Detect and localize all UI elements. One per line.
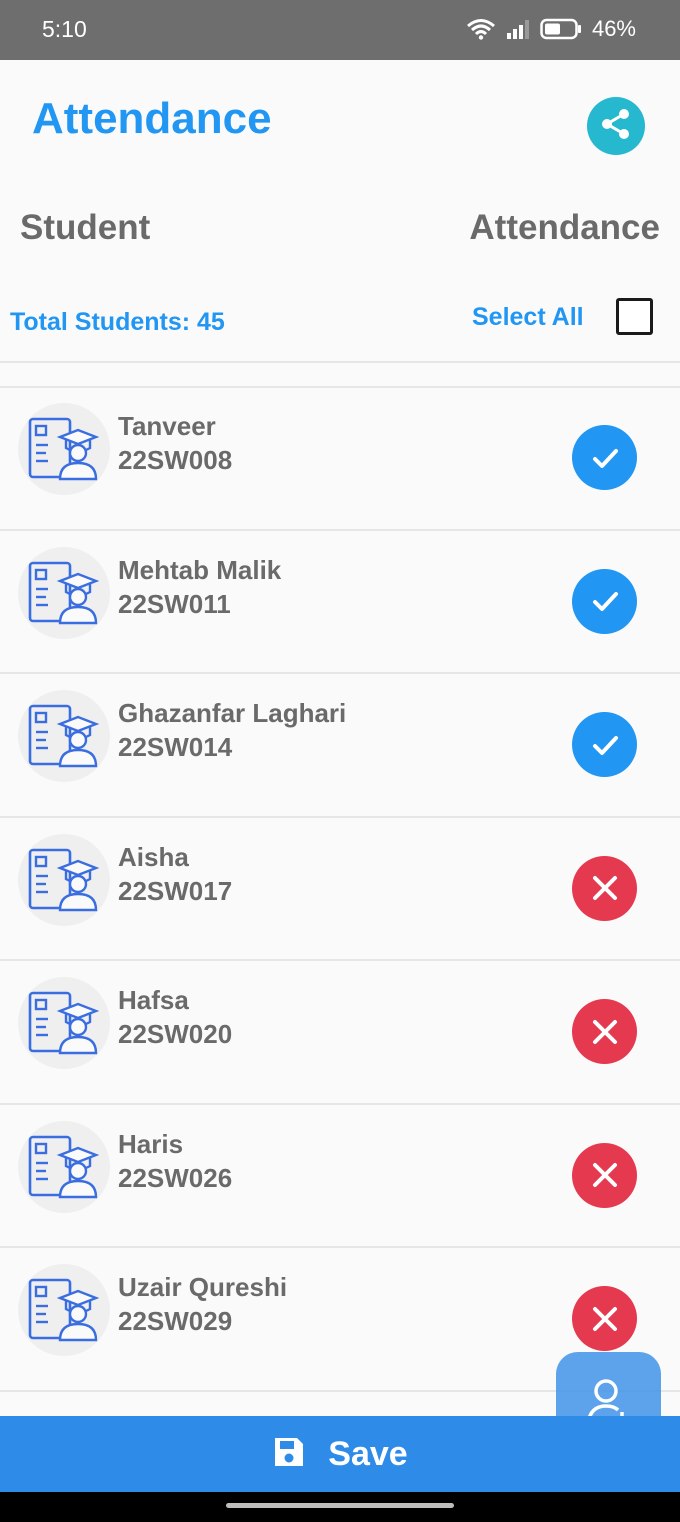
student-avatar-icon xyxy=(18,690,110,782)
absent-cross-icon[interactable] xyxy=(572,1286,637,1351)
student-roll-number: 22SW020 xyxy=(118,1019,233,1049)
student-avatar-icon xyxy=(18,546,110,639)
present-check-icon[interactable] xyxy=(572,568,637,634)
student-name: Tanveer xyxy=(118,411,216,441)
absent-cross-icon[interactable] xyxy=(572,855,637,921)
student-name: Mehtab Malik xyxy=(118,554,282,585)
floppy-disk-icon xyxy=(272,1435,306,1474)
student-name: Hafsa xyxy=(118,985,189,1015)
save-label: Save xyxy=(328,1434,408,1473)
wifi-icon xyxy=(466,18,496,40)
student-roll-number: 22SW029 xyxy=(118,1306,233,1336)
student-row[interactable]: Ghazanfar Laghari 22SW014 xyxy=(0,674,680,818)
absent-cross-icon[interactable] xyxy=(572,999,637,1064)
total-students-label: Total Students: 45 xyxy=(10,308,225,336)
student-avatar-icon xyxy=(18,1264,110,1356)
student-row[interactable]: Mehtab Malik 22SW011 xyxy=(0,531,680,674)
student-row[interactable]: Hafsa 22SW020 xyxy=(0,961,680,1105)
select-all-label[interactable]: Select All xyxy=(472,303,584,332)
status-bar: 5:10 46% xyxy=(0,0,680,60)
student-avatar-icon xyxy=(18,977,110,1069)
student-roll-number: 22SW026 xyxy=(118,1162,233,1193)
select-all-checkbox[interactable] xyxy=(616,298,653,335)
student-roll-number: 22SW014 xyxy=(118,732,233,762)
save-button[interactable]: Save xyxy=(0,1416,680,1492)
page-title: Attendance xyxy=(32,94,272,143)
student-roll-number: 22SW017 xyxy=(118,875,233,906)
student-name: Uzair Qureshi xyxy=(118,1272,288,1302)
student-name: Ghazanfar Laghari xyxy=(118,698,347,728)
column-header-student: Student xyxy=(20,208,151,247)
student-roll-number: 22SW011 xyxy=(118,588,231,619)
student-roll-number: 22SW008 xyxy=(118,445,233,475)
home-gesture-handle[interactable] xyxy=(226,1503,454,1508)
status-time: 5:10 xyxy=(42,16,87,42)
student-row[interactable]: Haris 22SW026 xyxy=(0,1105,680,1248)
student-name: Haris xyxy=(118,1128,184,1159)
share-icon xyxy=(599,107,633,146)
student-row[interactable]: Aisha 22SW017 xyxy=(0,818,680,961)
absent-cross-icon[interactable] xyxy=(572,1142,637,1208)
share-button[interactable] xyxy=(587,97,645,155)
student-list: Tanveer 22SW008 Mehtab Malik 22SW011 Ghaza… xyxy=(0,387,680,1392)
status-indicators: 46% xyxy=(466,16,636,42)
student-row[interactable]: Tanveer 22SW008 xyxy=(0,387,680,531)
battery-icon xyxy=(540,18,582,40)
student-avatar-icon xyxy=(18,833,110,926)
signal-icon xyxy=(506,19,530,39)
battery-percent: 46% xyxy=(591,16,636,41)
student-avatar-icon xyxy=(18,1120,110,1213)
student-name: Aisha xyxy=(118,841,189,872)
system-nav-bar xyxy=(0,1492,680,1522)
present-check-icon[interactable] xyxy=(572,712,637,777)
divider xyxy=(0,361,680,363)
student-avatar-icon xyxy=(18,403,110,495)
attendance-screen: Attendance Student Attendance Total Stud… xyxy=(0,60,680,1456)
present-check-icon[interactable] xyxy=(572,425,637,490)
column-header-attendance: Attendance xyxy=(469,208,660,247)
